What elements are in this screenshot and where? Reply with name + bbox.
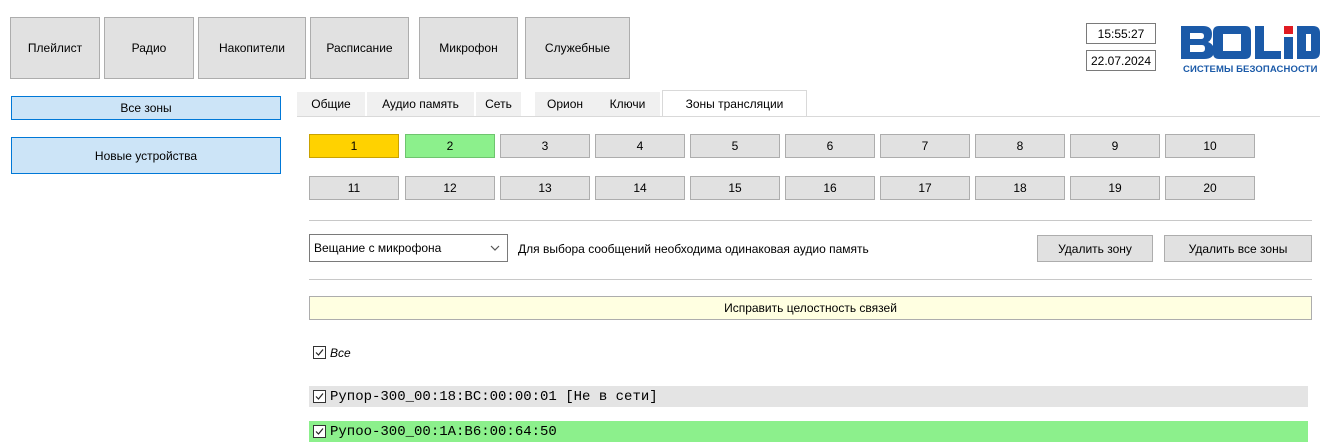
all-devices-label: Все bbox=[330, 346, 351, 360]
zone-button-6[interactable]: 6 bbox=[785, 134, 875, 158]
tab-broadcast-zones[interactable]: Зоны трансляции bbox=[662, 90, 807, 116]
time-display: 15:55:27 bbox=[1086, 23, 1156, 44]
zone-button-12[interactable]: 12 bbox=[405, 176, 495, 200]
device-row[interactable]: Рупоо-300_00:1A:B6:00:64:50 bbox=[309, 421, 1308, 442]
zone-button-8[interactable]: 8 bbox=[975, 134, 1065, 158]
drives-button[interactable]: Накопители bbox=[198, 17, 306, 79]
device-row[interactable]: Рупор-300_00:18:BC:00:00:01 [Не в сети] bbox=[309, 386, 1308, 407]
zone-button-2[interactable]: 2 bbox=[405, 134, 495, 158]
broadcast-mode-select[interactable]: Вещание с микрофона bbox=[309, 234, 508, 262]
device-label: Рупоо-300_00:1A:B6:00:64:50 bbox=[330, 423, 557, 440]
zone-button-16[interactable]: 16 bbox=[785, 176, 875, 200]
checkmark-icon bbox=[315, 349, 324, 356]
separator bbox=[309, 279, 1312, 280]
playlist-button[interactable]: Плейлист bbox=[10, 17, 100, 79]
device-checkbox[interactable] bbox=[313, 390, 326, 403]
broadcast-mode-value: Вещание с микрофона bbox=[314, 241, 442, 255]
zone-button-19[interactable]: 19 bbox=[1070, 176, 1160, 200]
bolid-logo: СИСТЕМЫ БЕЗОПАСНОСТИ bbox=[1181, 24, 1320, 82]
chevron-down-icon bbox=[490, 245, 500, 251]
new-devices-button[interactable]: Новые устройства bbox=[11, 137, 281, 174]
microphone-button[interactable]: Микрофон bbox=[419, 17, 518, 79]
all-zones-button[interactable]: Все зоны bbox=[11, 96, 281, 120]
zone-button-14[interactable]: 14 bbox=[595, 176, 685, 200]
all-devices-checkbox[interactable] bbox=[313, 346, 326, 359]
zone-button-10[interactable]: 10 bbox=[1165, 134, 1255, 158]
tab-orion[interactable]: Орион bbox=[535, 92, 595, 116]
logo-subtitle: СИСТЕМЫ БЕЗОПАСНОСТИ bbox=[1183, 64, 1318, 75]
zone-button-4[interactable]: 4 bbox=[595, 134, 685, 158]
tab-network[interactable]: Сеть bbox=[476, 92, 521, 116]
zone-button-17[interactable]: 17 bbox=[880, 176, 970, 200]
device-label: Рупор-300_00:18:BC:00:00:01 [Не в сети] bbox=[330, 388, 658, 405]
checkmark-icon bbox=[315, 428, 324, 435]
fix-links-button[interactable]: Исправить целостность связей bbox=[309, 296, 1312, 320]
delete-zone-button[interactable]: Удалить зону bbox=[1037, 235, 1153, 262]
zone-button-5[interactable]: 5 bbox=[690, 134, 780, 158]
service-button[interactable]: Служебные bbox=[525, 17, 630, 79]
tab-keys[interactable]: Ключи bbox=[595, 92, 660, 116]
checkmark-icon bbox=[315, 393, 324, 400]
separator bbox=[309, 220, 1312, 221]
radio-button[interactable]: Радио bbox=[104, 17, 194, 79]
zone-button-15[interactable]: 15 bbox=[690, 176, 780, 200]
date-display: 22.07.2024 bbox=[1086, 50, 1156, 71]
tab-general[interactable]: Общие bbox=[297, 92, 365, 116]
zone-button-7[interactable]: 7 bbox=[880, 134, 970, 158]
zone-button-18[interactable]: 18 bbox=[975, 176, 1065, 200]
zone-button-13[interactable]: 13 bbox=[500, 176, 590, 200]
tab-audio-memory[interactable]: Аудио память bbox=[367, 92, 474, 116]
delete-all-zones-button[interactable]: Удалить все зоны bbox=[1164, 235, 1312, 262]
device-checkbox[interactable] bbox=[313, 425, 326, 438]
audio-memory-hint: Для выбора сообщений необходима одинаков… bbox=[518, 242, 869, 256]
bolid-logo-icon bbox=[1181, 26, 1320, 59]
zone-button-11[interactable]: 11 bbox=[309, 176, 399, 200]
schedule-button[interactable]: Расписание bbox=[310, 17, 409, 79]
zone-button-1[interactable]: 1 bbox=[309, 134, 399, 158]
zone-button-9[interactable]: 9 bbox=[1070, 134, 1160, 158]
zone-button-3[interactable]: 3 bbox=[500, 134, 590, 158]
zone-button-20[interactable]: 20 bbox=[1165, 176, 1255, 200]
